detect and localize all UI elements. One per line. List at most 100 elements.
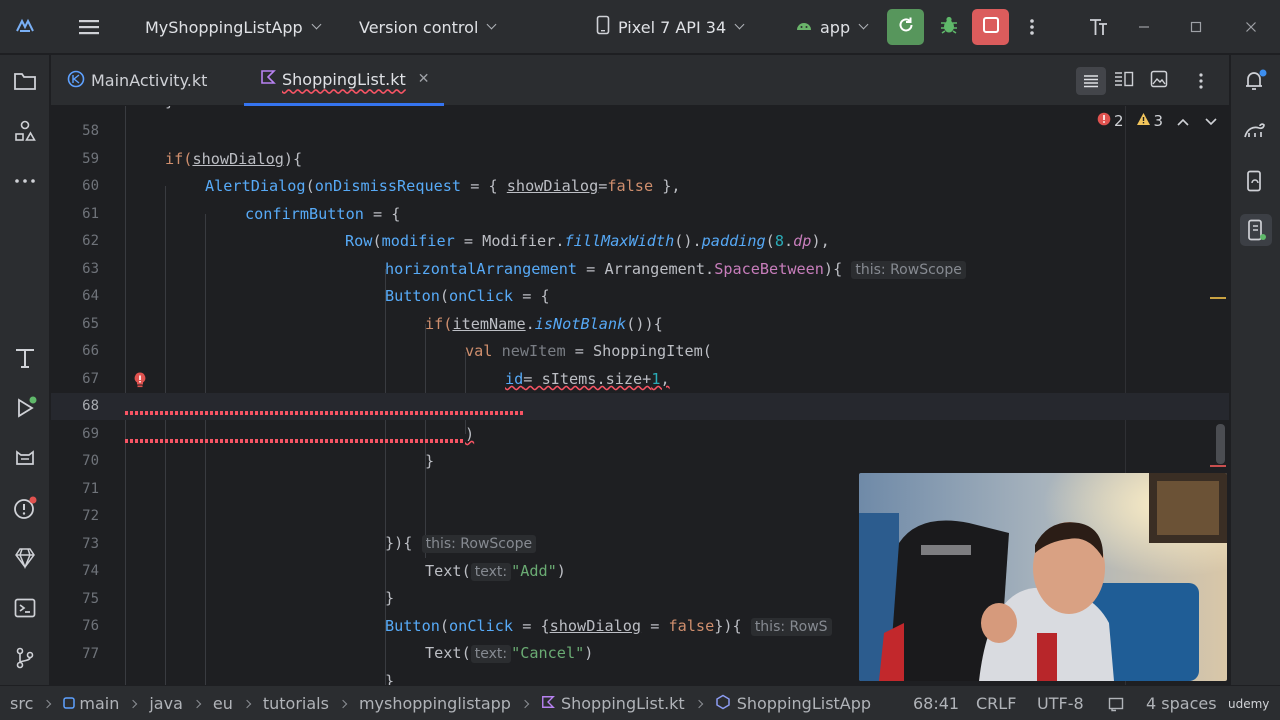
view-code-button[interactable] <box>1076 55 1106 106</box>
breadcrumb-function[interactable]: ShoppingListApp <box>737 694 871 713</box>
more-vert-icon[interactable] <box>1028 0 1036 54</box>
code-line-63: horizontalArrangement = Arrangement.Spac… <box>385 260 966 279</box>
gradle-icon[interactable] <box>1240 116 1270 146</box>
breadcrumb-main[interactable]: main <box>79 694 119 713</box>
line-number: 65 <box>82 316 99 332</box>
kotlin-file-icon <box>67 70 85 92</box>
chevron-right-icon <box>338 699 348 708</box>
device-selector[interactable]: Pixel 7 API 34 <box>596 0 745 54</box>
code-line-59: if(showDialog){ <box>165 150 303 168</box>
maximize-icon[interactable] <box>1190 0 1202 54</box>
line-number: 63 <box>82 261 99 277</box>
chevron-down-icon <box>734 19 745 30</box>
design-view-button[interactable] <box>1150 55 1168 106</box>
inspections-widget[interactable]: 2 3 <box>1097 112 1217 130</box>
code-line-60: AlertDialog(onDismissRequest = { showDia… <box>205 177 681 195</box>
breadcrumb-src[interactable]: src <box>10 694 33 713</box>
error-bulb-icon[interactable] <box>132 371 148 393</box>
git-icon[interactable] <box>10 643 40 673</box>
terminal-icon[interactable] <box>10 593 40 623</box>
line-number: 75 <box>82 591 99 607</box>
debug-button[interactable] <box>930 9 967 45</box>
device-label: Pixel 7 API 34 <box>618 17 727 37</box>
line-number: 74 <box>82 563 99 579</box>
close-icon[interactable] <box>1245 0 1257 54</box>
more-vert-icon[interactable] <box>1198 55 1204 106</box>
more-icon[interactable] <box>10 166 40 196</box>
file-encoding[interactable]: UTF-8 <box>1037 686 1084 720</box>
title-bar: MyShoppingListApp Version control Pixel … <box>0 0 1280 54</box>
device-manager-icon[interactable] <box>1240 166 1270 196</box>
gem-icon[interactable] <box>10 543 40 573</box>
tab-main-activity[interactable]: MainActivity.kt <box>67 55 207 106</box>
code-line-67: id= sItems.size+1, <box>505 370 670 388</box>
line-number: 76 <box>82 618 99 634</box>
status-bar: src main java eu tutorials myshoppinglis… <box>0 685 1280 720</box>
text-tool-icon[interactable] <box>1087 0 1109 54</box>
rerun-button[interactable] <box>887 9 924 45</box>
left-tool-strip <box>0 55 50 685</box>
readonly-toggle-icon[interactable] <box>1108 686 1124 720</box>
split-view-icon <box>1114 71 1134 91</box>
folder-icon[interactable] <box>10 66 40 96</box>
chevron-right-icon <box>694 699 703 708</box>
config-label: app <box>820 17 851 37</box>
breadcrumb-file[interactable]: ShoppingList.kt <box>561 694 685 713</box>
breadcrumb-java[interactable]: java <box>149 694 183 713</box>
chevron-down-icon[interactable] <box>1205 112 1217 130</box>
logcat-icon[interactable] <box>10 443 40 473</box>
structure-icon[interactable] <box>10 116 40 146</box>
editor-tabs: MainActivity.kt ShoppingList.kt ✕ <box>51 55 1229 106</box>
indent-guide <box>205 214 206 685</box>
run-icon[interactable] <box>10 393 40 423</box>
run-config-selector[interactable]: app <box>795 0 869 54</box>
kotlin-file-icon <box>541 694 555 713</box>
hamburger-menu-icon[interactable] <box>77 0 101 54</box>
device-icon <box>596 15 610 39</box>
chevron-up-icon[interactable] <box>1177 112 1189 130</box>
breadcrumb-tutorials[interactable]: tutorials <box>263 694 329 713</box>
indent-setting[interactable]: 4 spaces <box>1146 686 1217 720</box>
vcs-menu[interactable]: Version control <box>359 0 497 54</box>
close-icon[interactable]: ✕ <box>418 71 430 87</box>
running-devices-icon[interactable] <box>1240 214 1272 246</box>
breadcrumb-package[interactable]: myshoppinglistapp <box>359 694 511 713</box>
chevron-right-icon <box>43 699 52 708</box>
tab-shopping-list[interactable]: ShoppingList.kt ✕ <box>244 55 444 106</box>
breadcrumb: src main java eu tutorials myshoppinglis… <box>10 686 871 720</box>
warning-stripe[interactable] <box>1210 297 1226 299</box>
notifications-icon[interactable] <box>1240 66 1270 96</box>
rerun-icon <box>896 15 916 39</box>
split-view-button[interactable] <box>1114 55 1134 106</box>
code-line-62: Row(modifier = Modifier.fillMaxWidth().p… <box>345 232 830 250</box>
code-line-66: val newItem = ShoppingItem( <box>465 342 712 360</box>
error-stripe[interactable] <box>1210 465 1226 467</box>
problems-icon[interactable] <box>10 493 40 523</box>
minimize-icon[interactable] <box>1138 0 1150 54</box>
line-separator[interactable]: CRLF <box>976 686 1016 720</box>
stop-button[interactable] <box>972 9 1009 45</box>
code-line-74: Text(text: "Add") <box>425 562 566 581</box>
scrollbar-thumb[interactable] <box>1216 424 1225 464</box>
code-line-77: Text(text: "Cancel") <box>425 644 594 663</box>
breadcrumb-eu[interactable]: eu <box>213 694 233 713</box>
chevron-right-icon <box>520 699 530 708</box>
vcs-label: Version control <box>359 17 479 37</box>
line-number: 60 <box>82 178 99 194</box>
error-count: 2 <box>1114 112 1124 130</box>
chevron-down-icon <box>486 19 497 30</box>
caret-position[interactable]: 68:41 <box>913 686 959 720</box>
line-number: 68 <box>82 398 99 414</box>
line-number: 66 <box>82 343 99 359</box>
app-logo-icon[interactable] <box>14 0 36 54</box>
code-line-70: } <box>425 452 435 470</box>
module-icon <box>63 694 76 713</box>
build-icon[interactable] <box>10 343 40 373</box>
project-selector[interactable]: MyShoppingListApp <box>145 0 322 54</box>
chevron-right-icon <box>192 699 202 708</box>
indent-guide <box>165 186 166 685</box>
error-squiggle <box>125 439 465 443</box>
line-number: 77 <box>82 646 99 662</box>
line-number: 62 <box>82 233 99 249</box>
code-line-76: Button(onClick = {showDialog = false}){ … <box>385 617 832 636</box>
